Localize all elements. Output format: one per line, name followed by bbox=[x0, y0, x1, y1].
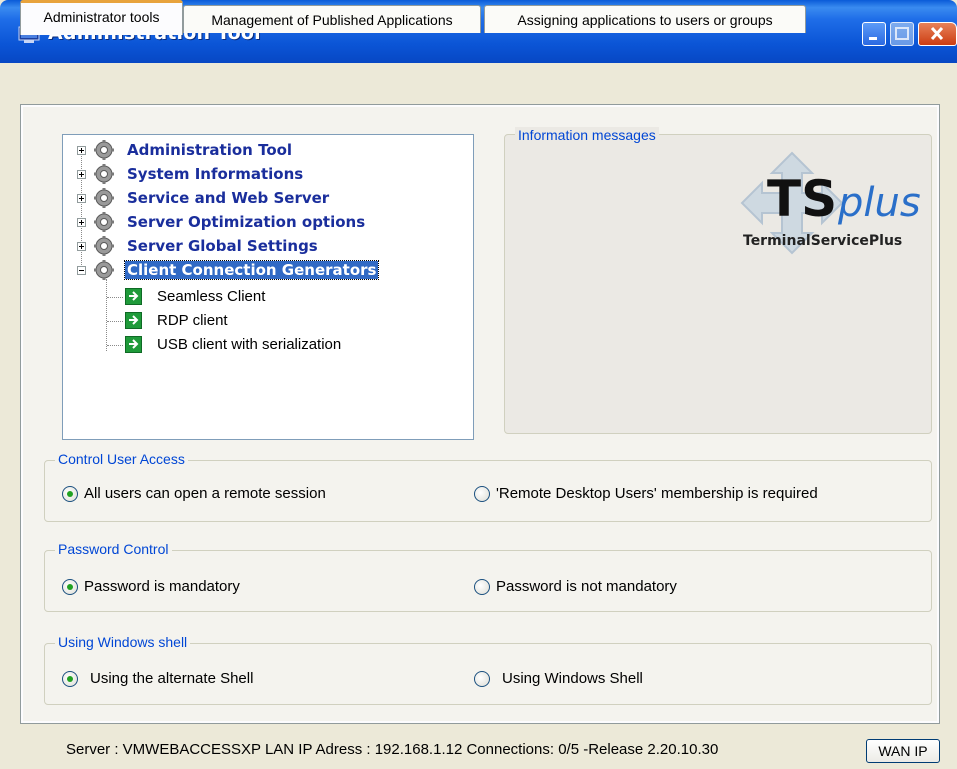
windows-shell-label: Using Windows shell bbox=[55, 634, 191, 650]
expand-toggle-administration-tool[interactable] bbox=[77, 146, 86, 155]
radio-windows-shell-row[interactable]: Using Windows Shell bbox=[474, 670, 643, 687]
radio-all-users[interactable] bbox=[62, 485, 78, 502]
tree-line bbox=[106, 279, 108, 351]
radio-windows-shell[interactable] bbox=[474, 670, 490, 687]
expand-toggle-server-global-settings[interactable] bbox=[77, 242, 86, 251]
tab-management-published-applications[interactable]: Management of Published Applications bbox=[183, 5, 481, 33]
close-button[interactable] bbox=[918, 22, 957, 46]
maximize-button[interactable] bbox=[890, 22, 914, 46]
close-icon bbox=[930, 26, 944, 41]
information-messages-label: Information messages bbox=[515, 127, 659, 143]
radio-password-not-mandatory-row[interactable]: Password is not mandatory bbox=[474, 578, 677, 595]
radio-all-users-row[interactable]: All users can open a remote session bbox=[62, 485, 326, 502]
password-control-label: Password Control bbox=[55, 541, 172, 557]
tab-assigning-applications[interactable]: Assigning applications to users or group… bbox=[484, 5, 806, 33]
radio-windows-shell-label: Using Windows Shell bbox=[502, 670, 643, 687]
control-user-access-label: Control User Access bbox=[55, 451, 188, 467]
status-bar: Server : VMWEBACCESSXP LAN IP Adress : 1… bbox=[0, 730, 957, 769]
gear-icon bbox=[94, 260, 114, 280]
expand-toggle-server-optimization[interactable] bbox=[77, 218, 86, 227]
tree-item-administration-tool[interactable]: Administration Tool bbox=[127, 141, 292, 159]
radio-alternate-shell[interactable] bbox=[62, 670, 78, 687]
green-arrow-icon bbox=[125, 336, 142, 353]
tree-line bbox=[107, 297, 123, 299]
tree-item-server-optimization[interactable]: Server Optimization options bbox=[127, 213, 365, 231]
radio-alternate-shell-row[interactable]: Using the alternate Shell bbox=[62, 670, 253, 687]
radio-password-mandatory-label: Password is mandatory bbox=[84, 578, 240, 595]
green-arrow-icon bbox=[125, 312, 142, 329]
tree-item-usb-client[interactable]: USB client with serialization bbox=[157, 336, 341, 353]
gear-icon bbox=[94, 212, 114, 232]
admin-tree-view[interactable]: Administration Tool System Informations … bbox=[62, 134, 474, 440]
radio-rdu-membership[interactable] bbox=[474, 485, 490, 502]
radio-alternate-shell-label: Using the alternate Shell bbox=[90, 670, 254, 687]
maximize-icon bbox=[895, 27, 909, 40]
tree-item-client-connection-generators[interactable]: Client Connection Generators bbox=[123, 260, 380, 280]
tsplus-logo: TS plus TerminalServicePlus bbox=[737, 148, 927, 258]
tree-item-seamless-client[interactable]: Seamless Client bbox=[157, 288, 265, 305]
radio-password-mandatory[interactable] bbox=[62, 578, 78, 595]
radio-password-not-mandatory[interactable] bbox=[474, 578, 490, 595]
gear-icon bbox=[94, 188, 114, 208]
green-arrow-icon bbox=[125, 288, 142, 305]
radio-rdu-membership-row[interactable]: 'Remote Desktop Users' membership is req… bbox=[474, 485, 818, 502]
collapse-toggle-client-connection-generators[interactable] bbox=[77, 266, 86, 275]
logo-caption: TerminalServicePlus bbox=[743, 233, 902, 249]
minimize-button[interactable] bbox=[862, 22, 886, 46]
administration-tool-window: Administration Tool Administrator tools … bbox=[0, 0, 957, 769]
radio-rdu-membership-label: 'Remote Desktop Users' membership is req… bbox=[496, 485, 818, 502]
tree-item-service-web-server[interactable]: Service and Web Server bbox=[127, 189, 329, 207]
server-status-text: Server : VMWEBACCESSXP LAN IP Adress : 1… bbox=[66, 741, 719, 758]
logo-ts-text: TS bbox=[767, 170, 837, 228]
tree-line bbox=[81, 149, 83, 273]
minimize-icon bbox=[869, 37, 877, 40]
gear-icon bbox=[94, 236, 114, 256]
tree-line bbox=[107, 345, 123, 347]
tsplus-logo-graphic: TS plus TerminalServicePlus bbox=[740, 151, 921, 255]
tree-line bbox=[107, 321, 123, 323]
tree-item-system-informations[interactable]: System Informations bbox=[127, 165, 303, 183]
tree-item-rdp-client[interactable]: RDP client bbox=[157, 312, 228, 329]
radio-password-not-mandatory-label: Password is not mandatory bbox=[496, 578, 677, 595]
expand-toggle-system-informations[interactable] bbox=[77, 170, 86, 179]
wan-ip-button[interactable]: WAN IP bbox=[866, 739, 940, 763]
tab-administrator-tools[interactable]: Administrator tools bbox=[20, 0, 183, 35]
expand-toggle-service-web-server[interactable] bbox=[77, 194, 86, 203]
logo-plus-text: plus bbox=[837, 180, 921, 226]
gear-icon bbox=[94, 164, 114, 184]
radio-all-users-label: All users can open a remote session bbox=[84, 485, 326, 502]
tree-item-server-global-settings[interactable]: Server Global Settings bbox=[127, 237, 318, 255]
gear-icon bbox=[94, 140, 114, 160]
radio-password-mandatory-row[interactable]: Password is mandatory bbox=[62, 578, 240, 595]
